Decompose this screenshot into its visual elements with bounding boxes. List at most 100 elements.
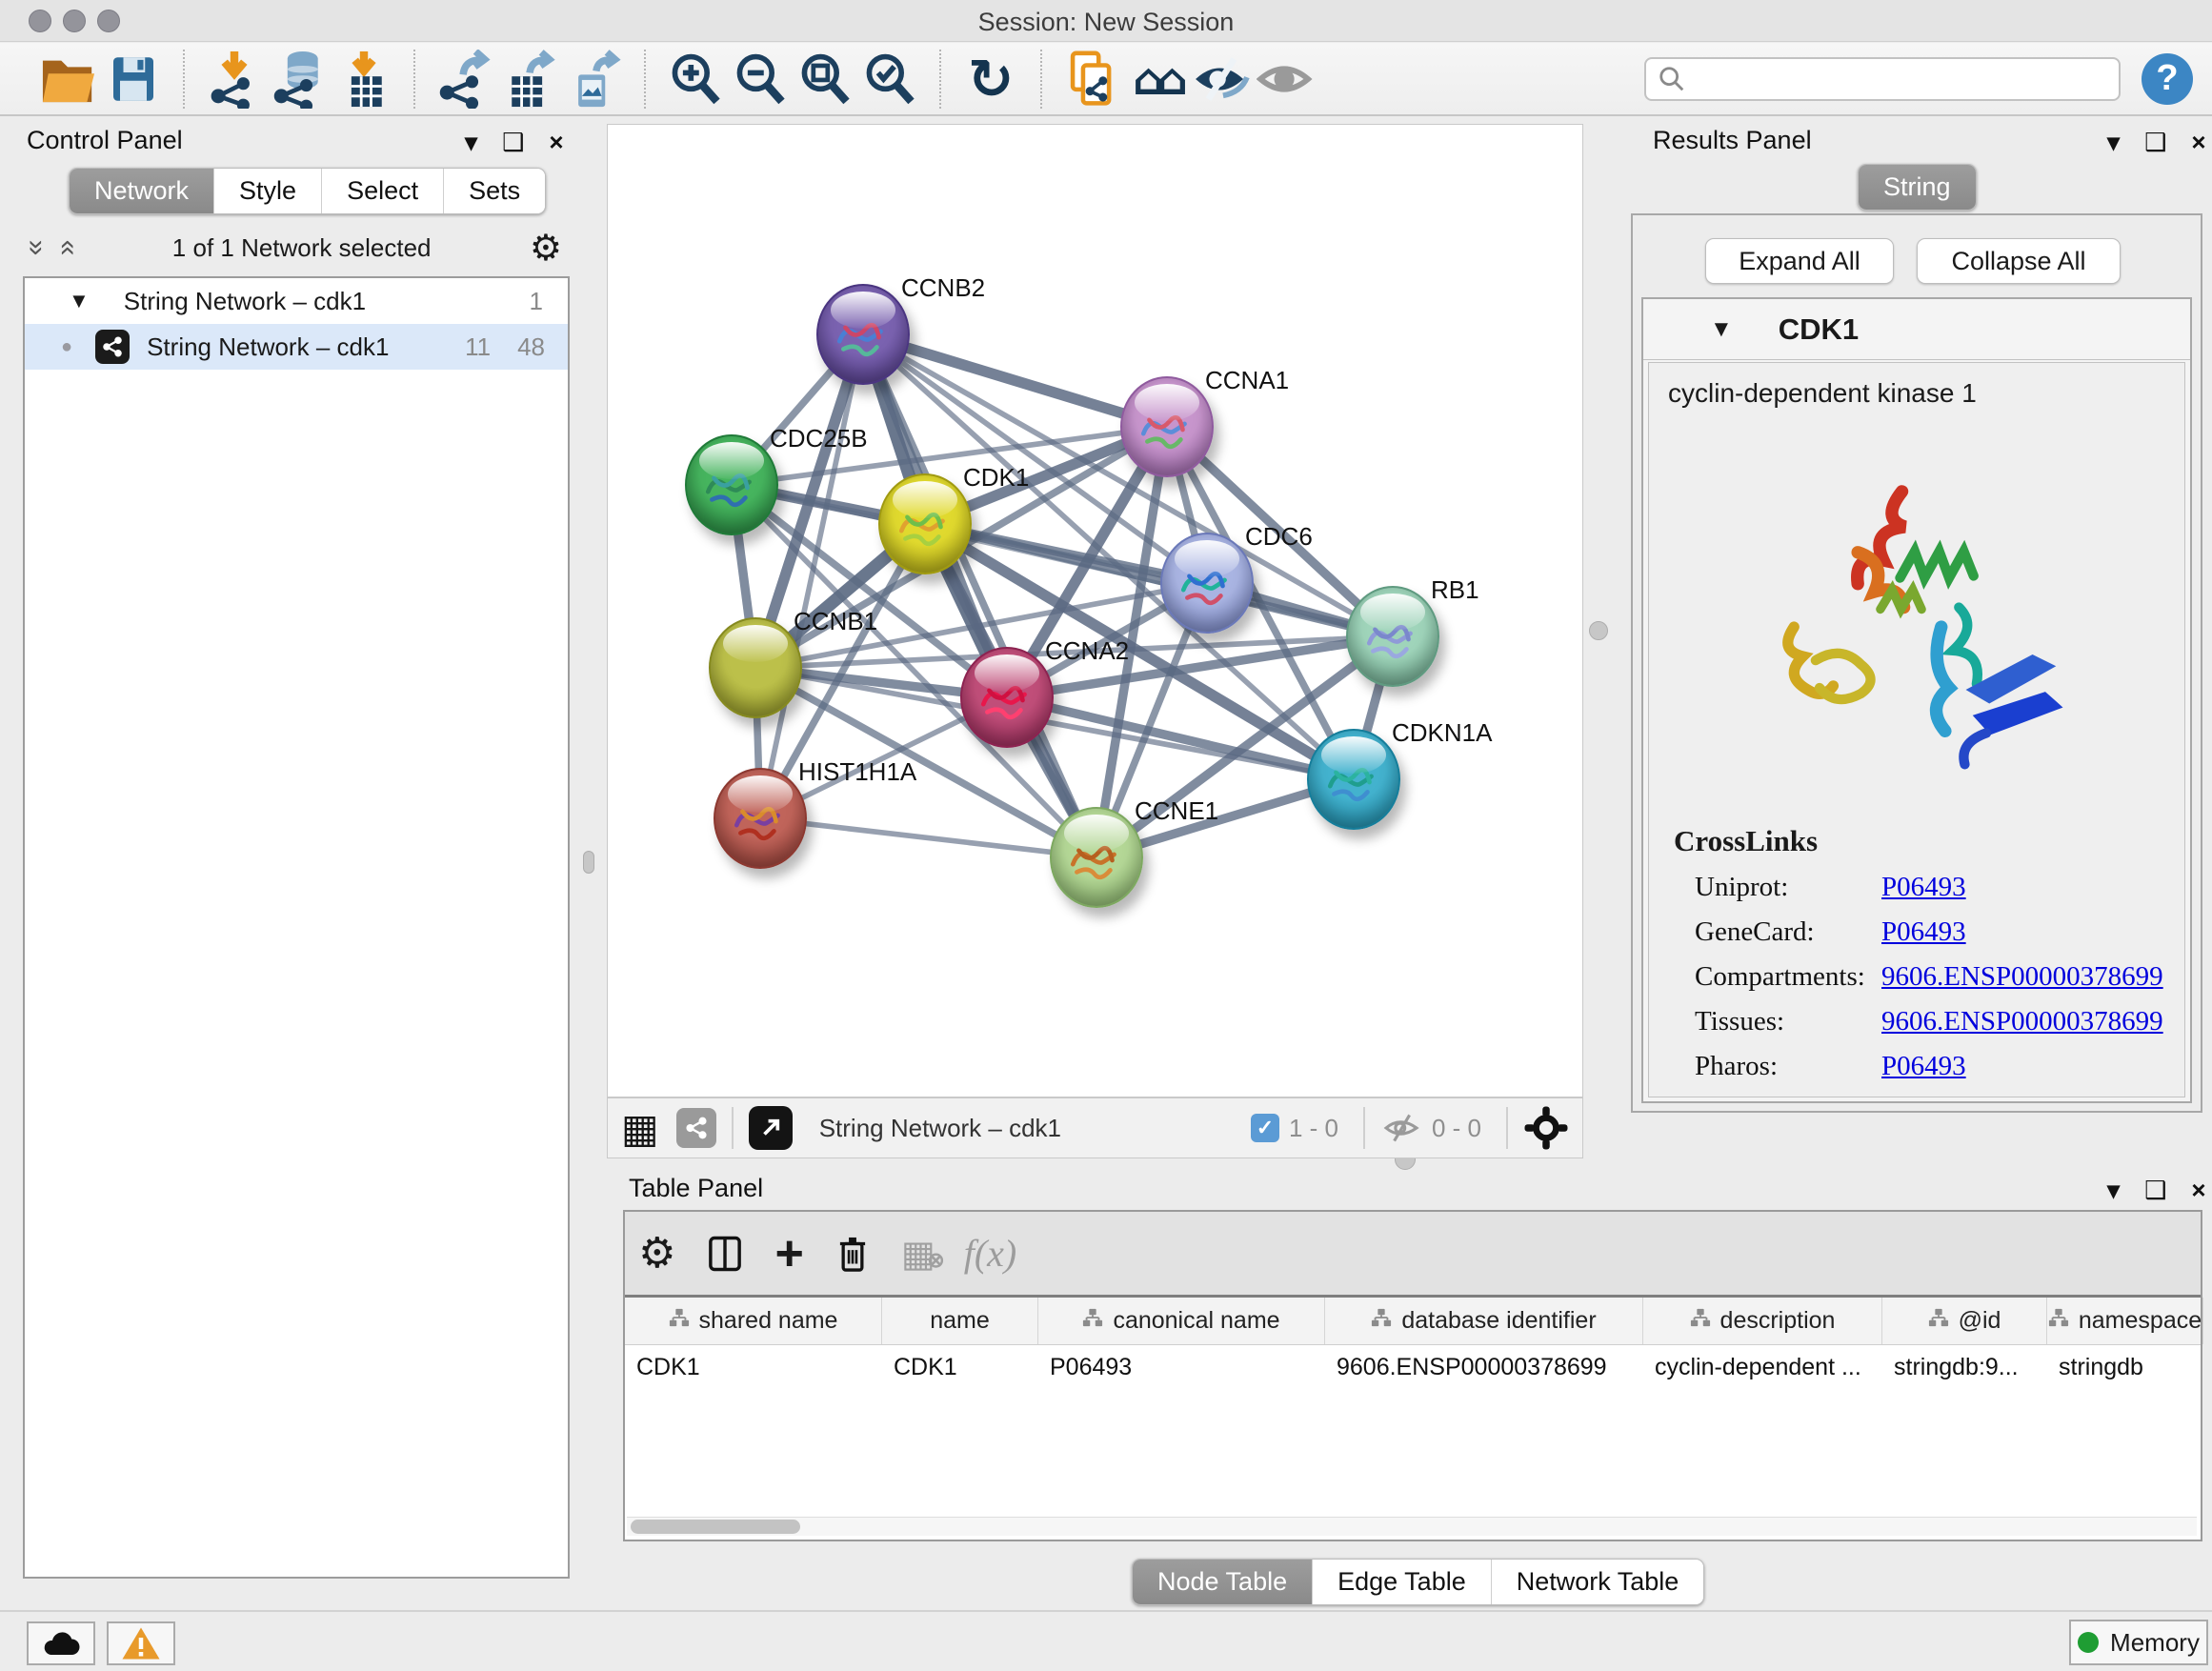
- right-splitter-handle[interactable]: [1589, 621, 1608, 640]
- tab-network[interactable]: Network: [70, 169, 214, 213]
- node-CCNA1[interactable]: [1120, 376, 1214, 477]
- expand-all-button[interactable]: Expand All: [1705, 238, 1894, 284]
- tab-sets[interactable]: Sets: [444, 169, 545, 213]
- network-options-gear-icon[interactable]: ⚙: [530, 227, 562, 269]
- table-row[interactable]: CDK1CDK1P064939606.ENSP00000378699cyclin…: [625, 1345, 2201, 1389]
- table-options-gear-icon[interactable]: ⚙: [638, 1229, 675, 1278]
- panel-close-icon[interactable]: ×: [549, 128, 563, 157]
- left-splitter-handle[interactable]: [583, 851, 594, 874]
- import-database-icon[interactable]: [267, 48, 332, 111]
- warning-icon: [121, 1626, 161, 1661]
- table-horizontal-scrollbar[interactable]: [627, 1517, 2197, 1536]
- panel-close-icon[interactable]: ×: [2191, 128, 2205, 157]
- collapse-all-icon[interactable]: »: [20, 240, 52, 256]
- scrollbar-thumb[interactable]: [631, 1520, 800, 1534]
- import-table-icon[interactable]: [332, 48, 396, 111]
- panel-close-icon[interactable]: ×: [2191, 1176, 2205, 1205]
- zoom-out-icon[interactable]: [728, 48, 793, 111]
- collapse-all-button[interactable]: Collapse All: [1917, 238, 2121, 284]
- export-table-icon[interactable]: [497, 48, 562, 111]
- network-row[interactable]: ● String Network – cdk1 11 48: [25, 324, 568, 370]
- table-cell[interactable]: CDK1: [882, 1345, 1038, 1389]
- network-view-share-icon[interactable]: [676, 1108, 716, 1148]
- crosslink-value-link[interactable]: P06493: [1881, 916, 1966, 948]
- column-header-namespace[interactable]: namespace: [2047, 1298, 2203, 1344]
- tab-style[interactable]: Style: [214, 169, 322, 213]
- edge-HIST1H1A-CCNE1[interactable]: [760, 818, 1096, 857]
- network-canvas[interactable]: CCNB2CCNA1CDC25BCDK1CDC6RB1CCNB1CCNA2CDK…: [607, 124, 1583, 1097]
- show-columns-icon[interactable]: [704, 1233, 746, 1275]
- memory-button[interactable]: Memory: [2069, 1620, 2208, 1665]
- import-network-icon[interactable]: [202, 48, 267, 111]
- export-network-icon[interactable]: [432, 48, 497, 111]
- node-CDC25B[interactable]: [685, 434, 778, 535]
- table-cell[interactable]: P06493: [1038, 1345, 1325, 1389]
- search-field[interactable]: [1644, 57, 2121, 101]
- add-column-icon[interactable]: +: [774, 1233, 803, 1275]
- refresh-icon[interactable]: ↻: [958, 48, 1023, 111]
- node-CCNE1[interactable]: [1050, 807, 1143, 908]
- panel-float-icon[interactable]: ❑: [2144, 128, 2166, 157]
- tab-node-table[interactable]: Node Table: [1133, 1560, 1313, 1604]
- column-label: name: [930, 1307, 990, 1335]
- grid-view-icon[interactable]: ▦: [621, 1105, 659, 1152]
- node-RB1[interactable]: [1346, 586, 1439, 687]
- column-header-database-identifier[interactable]: database identifier: [1325, 1298, 1643, 1344]
- node-CCNB2[interactable]: [816, 284, 910, 385]
- column-header-description[interactable]: description: [1643, 1298, 1882, 1344]
- open-in-window-icon[interactable]: [749, 1106, 793, 1150]
- search-input[interactable]: [1696, 63, 2107, 94]
- tab-string[interactable]: String: [1859, 165, 1976, 210]
- clone-network-icon[interactable]: [1059, 48, 1124, 111]
- panel-float-icon[interactable]: ❑: [502, 128, 524, 157]
- crosslink-value-link[interactable]: P06493: [1881, 1051, 1966, 1082]
- birdseye-navigator-icon[interactable]: [1523, 1105, 1569, 1151]
- node-CCNB1[interactable]: [709, 617, 802, 718]
- cloud-button[interactable]: [27, 1621, 95, 1665]
- node-CCNA2[interactable]: [960, 647, 1054, 748]
- table-cell[interactable]: cyclin-dependent ...: [1643, 1345, 1882, 1389]
- toolbar-separator: [644, 50, 646, 109]
- table-cell[interactable]: 9606.ENSP00000378699: [1325, 1345, 1643, 1389]
- home-icon[interactable]: ⌂⌂: [1124, 48, 1189, 111]
- expand-all-icon[interactable]: »: [50, 240, 82, 256]
- network-collection-row[interactable]: ▼ String Network – cdk1 1: [25, 278, 568, 324]
- section-collapse-triangle-icon[interactable]: ▼: [1710, 316, 1733, 343]
- hidden-eye-icon: [1380, 1113, 1422, 1143]
- column-header-shared-name[interactable]: shared name: [625, 1298, 882, 1344]
- table-cell[interactable]: stringdb: [2047, 1345, 2203, 1389]
- table-cell[interactable]: stringdb:9...: [1882, 1345, 2047, 1389]
- selected-checkbox-icon[interactable]: ✓: [1251, 1114, 1279, 1142]
- export-image-icon[interactable]: [562, 48, 627, 111]
- node-CDC6[interactable]: [1160, 533, 1254, 634]
- column-header-@id[interactable]: @id: [1882, 1298, 2047, 1344]
- hide-panel-eye-icon[interactable]: [1189, 48, 1254, 111]
- collapse-triangle-icon[interactable]: ▼: [69, 289, 90, 313]
- zoom-in-icon[interactable]: [663, 48, 728, 111]
- node-CDK1[interactable]: [878, 473, 972, 574]
- crosslink-value-link[interactable]: 9606.ENSP00000378699: [1881, 961, 2163, 993]
- panel-menu-icon[interactable]: ▾: [2107, 1176, 2120, 1205]
- help-icon[interactable]: ?: [2142, 53, 2193, 105]
- zoom-fit-icon[interactable]: [793, 48, 857, 111]
- column-header-canonical-name[interactable]: canonical name: [1038, 1298, 1325, 1344]
- zoom-selected-icon[interactable]: [857, 48, 922, 111]
- show-eye-icon[interactable]: [1254, 48, 1318, 111]
- crosslink-value-link[interactable]: P06493: [1881, 872, 1966, 903]
- tab-select[interactable]: Select: [322, 169, 444, 213]
- panel-menu-icon[interactable]: ▾: [2107, 128, 2120, 157]
- delete-column-icon[interactable]: [833, 1232, 873, 1276]
- warning-button[interactable]: [107, 1621, 175, 1665]
- table-cell[interactable]: CDK1: [625, 1345, 882, 1389]
- crosslink-value-link[interactable]: 9606.ENSP00000378699: [1881, 1006, 2163, 1037]
- tab-network-table[interactable]: Network Table: [1492, 1560, 1704, 1604]
- save-session-icon[interactable]: [101, 48, 166, 111]
- node-HIST1H1A[interactable]: [714, 768, 807, 869]
- gene-section-header[interactable]: ▼ CDK1: [1643, 299, 2190, 360]
- open-session-icon[interactable]: [36, 48, 101, 111]
- panel-menu-icon[interactable]: ▾: [465, 128, 477, 157]
- column-header-name[interactable]: name: [882, 1298, 1038, 1344]
- tab-edge-table[interactable]: Edge Table: [1313, 1560, 1492, 1604]
- node-CDKN1A[interactable]: [1307, 729, 1400, 830]
- panel-float-icon[interactable]: ❑: [2144, 1176, 2166, 1205]
